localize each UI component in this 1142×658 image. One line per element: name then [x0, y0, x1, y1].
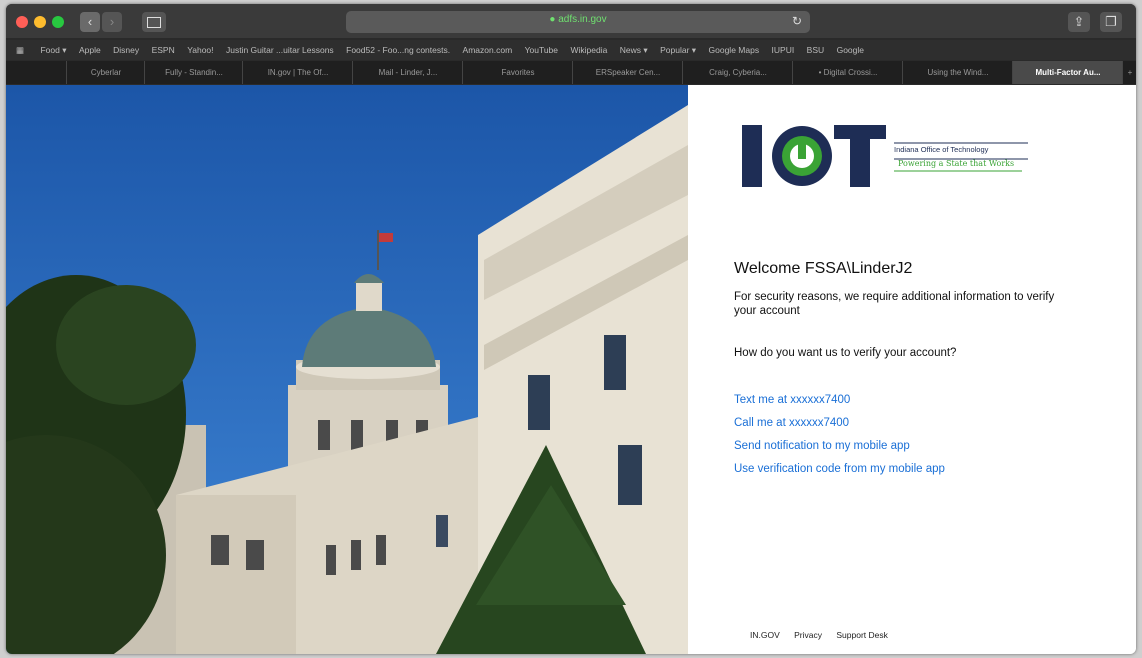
favorite-link[interactable]: Popular ▾ [660, 40, 696, 60]
favorite-link[interactable]: Justin Guitar ...uitar Lessons [226, 40, 334, 60]
favorite-link[interactable]: Amazon.com [463, 40, 513, 60]
tab-title: Fully - Standin... [165, 68, 223, 77]
browser-tab[interactable]: Favorites [462, 61, 573, 84]
favorite-link[interactable]: News ▾ [620, 40, 648, 60]
favorite-link[interactable]: Google Maps [709, 40, 760, 60]
favorite-link[interactable]: Food52 - Foo...ng contests. [346, 40, 450, 60]
minimize-window-button[interactable] [34, 16, 46, 28]
login-panel: Indiana Office of Technology Powering a … [688, 85, 1136, 654]
support-desk-link[interactable]: Support Desk [836, 630, 888, 640]
tab-title: IN.gov | The Of... [267, 68, 329, 77]
favorite-link[interactable]: Yahoo! [187, 40, 213, 60]
text-me-link[interactable]: Text me at xxxxxx7400 [734, 394, 850, 406]
favorite-link[interactable]: ESPN [152, 40, 175, 60]
tab-bar: Cyberlar Fully - Standin... IN.gov | The… [6, 61, 1136, 84]
sidebar-icon [147, 17, 161, 28]
favorite-link[interactable]: IUPUI [772, 40, 795, 60]
favorite-link[interactable]: Apple [79, 40, 101, 60]
tabs-icon: ❐ [1105, 14, 1117, 29]
page-content: Indiana Office of Technology Powering a … [6, 85, 1136, 654]
logo-line1: Indiana Office of Technology [894, 145, 989, 154]
browser-tab[interactable]: • Digital Crossi... [792, 61, 903, 84]
tab-title: Craig, Cyberia... [709, 68, 767, 77]
browser-tab[interactable]: Fully - Standin... [144, 61, 243, 84]
browser-tab[interactable]: Using the Wind... [902, 61, 1013, 84]
verification-code-link[interactable]: Use verification code from my mobile app [734, 463, 945, 475]
browser-tab[interactable]: Cyberlar [66, 61, 145, 84]
tab-title: Mail - Linder, J... [378, 68, 438, 77]
browser-tab-active[interactable]: Multi-Factor Au... [1012, 61, 1123, 84]
tab-title: ERSpeaker Cen... [595, 68, 661, 77]
chevron-left-icon: ‹ [87, 14, 93, 29]
security-info-text: For security reasons, we require additio… [734, 291, 1055, 317]
favorite-link[interactable]: BSU [807, 40, 824, 60]
tabs-overview-button[interactable]: ❐ [1100, 12, 1122, 32]
welcome-heading: Welcome FSSA\LinderJ2 [734, 260, 913, 277]
back-button[interactable]: ‹ [80, 12, 100, 32]
chevron-right-icon: › [109, 14, 115, 29]
close-window-button[interactable] [16, 16, 28, 28]
zoom-window-button[interactable] [52, 16, 64, 28]
send-notification-link[interactable]: Send notification to my mobile app [734, 440, 910, 452]
new-tab-button[interactable]: + [1122, 61, 1136, 84]
address-text: ● adfs.in.gov [549, 14, 607, 25]
title-bar: ‹ › ● adfs.in.gov ↻ ⇪ ❐ [6, 4, 1136, 38]
browser-tab[interactable]: Mail - Linder, J... [352, 61, 463, 84]
in-gov-link[interactable]: IN.GOV [750, 630, 780, 640]
address-bar[interactable]: ● adfs.in.gov ↻ [346, 11, 810, 33]
share-icon: ⇪ [1073, 14, 1085, 29]
browser-window: ‹ › ● adfs.in.gov ↻ ⇪ ❐ ▦ Food ▾ Apple D… [6, 4, 1136, 654]
iot-logo-mark [742, 125, 1028, 187]
privacy-link[interactable]: Privacy [794, 630, 822, 640]
tab-title: • Digital Crossi... [818, 68, 878, 77]
tab-title: Multi-Factor Au... [1035, 68, 1101, 77]
footer-links: IN.GOV Privacy Support Desk [750, 630, 900, 640]
tab-title: Favorites [501, 68, 535, 77]
tab-title: Cyberlar [90, 68, 122, 77]
browser-tab[interactable]: IN.gov | The Of... [242, 61, 353, 84]
favorite-link[interactable]: YouTube [525, 40, 558, 60]
browser-tab[interactable]: Craig, Cyberia... [682, 61, 793, 84]
iot-logo: Indiana Office of Technology Powering a … [742, 123, 1042, 193]
favorite-link[interactable]: Disney [113, 40, 139, 60]
share-button[interactable]: ⇪ [1068, 12, 1090, 32]
logo-line2: Powering a State that Works [898, 159, 1015, 168]
favorite-link[interactable]: Wikipedia [570, 40, 607, 60]
favorites-bar: ▦ Food ▾ Apple Disney ESPN Yahoo! Justin… [6, 40, 1136, 60]
favorite-link[interactable]: Google [837, 40, 864, 60]
verify-question: How do you want us to verify your accoun… [734, 347, 957, 359]
grid-icon[interactable]: ▦ [16, 40, 24, 60]
tab-title: Using the Wind... [927, 68, 989, 77]
favorite-link[interactable]: Food ▾ [40, 40, 66, 60]
capitol-photo [6, 85, 688, 654]
capitol-illustration [6, 85, 688, 654]
call-me-link[interactable]: Call me at xxxxxx7400 [734, 417, 849, 429]
forward-button[interactable]: › [102, 12, 122, 32]
browser-tab[interactable]: ERSpeaker Cen... [572, 61, 683, 84]
reload-icon[interactable]: ↻ [792, 14, 802, 28]
sidebar-button[interactable] [142, 12, 166, 32]
